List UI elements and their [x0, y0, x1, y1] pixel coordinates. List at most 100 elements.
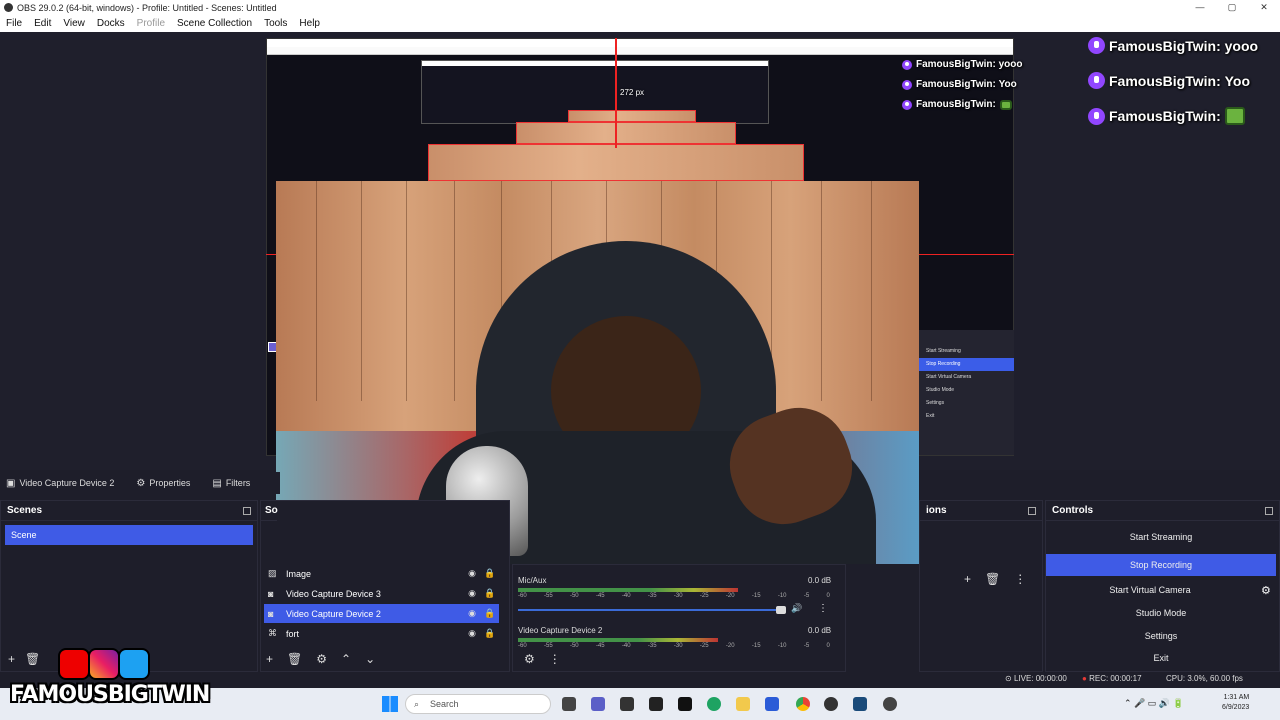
- edge-icon[interactable]: [707, 697, 721, 711]
- transitions-buttons: + 🗑 ⋮: [964, 572, 1026, 586]
- rec-status: ● REC: 00:00:17: [1082, 674, 1142, 683]
- volume-slider[interactable]: [518, 609, 784, 611]
- exit-button[interactable]: Exit: [1046, 647, 1276, 669]
- app-icon[interactable]: [765, 697, 779, 711]
- more-icon[interactable]: ⋮: [549, 652, 561, 666]
- add-source-button[interactable]: +: [266, 652, 273, 666]
- more-icon[interactable]: ⋮: [1014, 572, 1026, 586]
- menu-profile[interactable]: Profile: [131, 18, 171, 29]
- chrome-icon[interactable]: [796, 697, 810, 711]
- measure-label: 272 px: [620, 88, 645, 97]
- trash-icon[interactable]: 🗑: [25, 652, 40, 666]
- title-bar: OBS 29.0.2 (64-bit, windows) - Profile: …: [0, 0, 1280, 15]
- eye-icon[interactable]: ◉: [463, 628, 481, 639]
- amazon-icon[interactable]: [649, 697, 663, 711]
- close-button[interactable]: ✕: [1248, 0, 1280, 15]
- menu-view[interactable]: View: [57, 18, 91, 29]
- move-up-icon[interactable]: ⌃: [341, 652, 351, 666]
- minimize-button[interactable]: —: [1184, 0, 1216, 15]
- file-explorer-icon[interactable]: [736, 697, 750, 711]
- window-title: OBS 29.0.2 (64-bit, windows) - Profile: …: [17, 2, 277, 13]
- scene-item[interactable]: Scene: [5, 525, 253, 545]
- chat-message: FamousBigTwin:: [1088, 107, 1245, 125]
- search-icon: ⌕: [414, 699, 420, 709]
- app-icon[interactable]: [853, 697, 867, 711]
- scenes-buttons: + 🗑: [8, 652, 40, 666]
- studio-mode-button[interactable]: Studio Mode: [1046, 602, 1276, 624]
- source-row[interactable]: ◙ Video Capture Device 3 ◉ 🔒: [264, 584, 499, 603]
- lock-icon[interactable]: 🔒: [481, 628, 499, 639]
- taskbar-search[interactable]: ⌕ Search: [405, 694, 551, 714]
- gamepad-icon: ⌘: [268, 628, 277, 638]
- add-scene-button[interactable]: +: [8, 652, 15, 666]
- menu-tools[interactable]: Tools: [258, 18, 293, 29]
- meter-ticks: -60 -55 -50 -45 -40 -35 -30 -25 -20 -15 -10 -5 0: [518, 593, 830, 599]
- trash-icon[interactable]: 🗑: [287, 652, 302, 666]
- gear-icon: ⚙: [136, 477, 146, 489]
- mixer-level: 0.0 dB: [808, 626, 832, 635]
- twitch-icon: [1088, 107, 1105, 125]
- instagram-icon: [88, 648, 120, 680]
- lock-icon[interactable]: 🔒: [481, 588, 499, 599]
- move-down-icon[interactable]: ⌄: [365, 652, 375, 666]
- chat-message: FamousBigTwin: yooo: [1088, 37, 1258, 54]
- camera-icon: ▣: [6, 477, 16, 489]
- maximize-button[interactable]: ▢: [1216, 0, 1248, 15]
- youtube-icon: [58, 648, 90, 680]
- stop-recording-button[interactable]: Stop Recording: [1046, 554, 1276, 576]
- undock-icon[interactable]: [243, 506, 251, 515]
- controls-title: Controls: [1052, 505, 1094, 516]
- lock-icon[interactable]: 🔒: [481, 568, 499, 579]
- windows-start-icon[interactable]: [382, 696, 398, 712]
- source-toolbar: ▣ Video Capture Device 2 ⚙ Properties ▤ Fil…: [0, 472, 280, 494]
- undock-icon[interactable]: [1028, 506, 1036, 515]
- chat-message: FamousBigTwin:: [902, 99, 1012, 110]
- media-player-icon[interactable]: [824, 697, 838, 711]
- menu-help[interactable]: Help: [293, 18, 326, 29]
- eye-icon[interactable]: ◉: [463, 568, 481, 579]
- menu-edit[interactable]: Edit: [28, 18, 57, 29]
- gear-icon[interactable]: ⚙: [524, 652, 535, 666]
- taskbar-clock[interactable]: 1:31 AM 6/9/2023: [1222, 693, 1249, 713]
- gear-icon[interactable]: ⚙: [316, 652, 327, 666]
- source-row[interactable]: ▨ Image ◉ 🔒: [264, 564, 499, 583]
- window-controls: — ▢ ✕: [1184, 0, 1280, 15]
- source-row-selected[interactable]: ◙ Video Capture Device 2 ◉ 🔒: [264, 604, 499, 623]
- recursive-layer: [568, 110, 696, 122]
- app-icon[interactable]: [678, 697, 692, 711]
- speaker-icon[interactable]: 🔊: [791, 603, 802, 614]
- tray-icons[interactable]: ⌃ 🎤 ▭ 🔊 🔋: [1124, 698, 1184, 709]
- teams-icon[interactable]: [591, 697, 605, 711]
- gear-icon[interactable]: ⚙: [1261, 584, 1271, 597]
- add-transition-button[interactable]: +: [964, 572, 971, 586]
- transitions-title: ions: [926, 505, 947, 516]
- start-streaming-button[interactable]: Start Streaming: [1046, 526, 1276, 548]
- menu-file[interactable]: File: [0, 18, 28, 29]
- sources-buttons: + 🗑 ⚙ ⌃ ⌄: [266, 652, 375, 666]
- twitch-icon: [1088, 37, 1105, 54]
- store-icon[interactable]: [620, 697, 634, 711]
- lock-icon[interactable]: 🔒: [481, 608, 499, 619]
- obs-icon[interactable]: [883, 697, 897, 711]
- brand-logo: FAMOUSBIGTWIN: [10, 682, 210, 707]
- filters-button[interactable]: ▤ Filters: [206, 478, 250, 489]
- settings-button[interactable]: Settings: [1046, 625, 1276, 647]
- menu-docks[interactable]: Docks: [91, 18, 131, 29]
- task-view-icon[interactable]: [562, 697, 576, 711]
- more-icon[interactable]: ⋮: [818, 603, 828, 614]
- eye-icon[interactable]: ◉: [463, 608, 481, 619]
- meter-ticks: -60 -55 -50 -45 -40 -35 -30 -25 -20 -15 -10 -5 0: [518, 643, 830, 649]
- volume-knob[interactable]: [776, 606, 786, 614]
- properties-button[interactable]: ⚙ Properties: [130, 478, 190, 489]
- source-row[interactable]: ⌘ fort ◉ 🔒: [264, 624, 499, 643]
- menu-scene-collection[interactable]: Scene Collection: [171, 18, 258, 29]
- camera-icon: ◙: [268, 608, 274, 619]
- eye-icon[interactable]: ◉: [463, 588, 481, 599]
- twitter-icon: [118, 648, 150, 680]
- undock-icon[interactable]: [1265, 506, 1273, 515]
- mixer-buttons: ⚙ ⋮: [524, 652, 561, 666]
- filter-icon: ▤: [212, 477, 222, 489]
- start-virtual-camera-button[interactable]: Start Virtual Camera: [1046, 579, 1254, 601]
- recursive-layer: [516, 122, 736, 144]
- trash-icon[interactable]: 🗑: [985, 572, 1000, 586]
